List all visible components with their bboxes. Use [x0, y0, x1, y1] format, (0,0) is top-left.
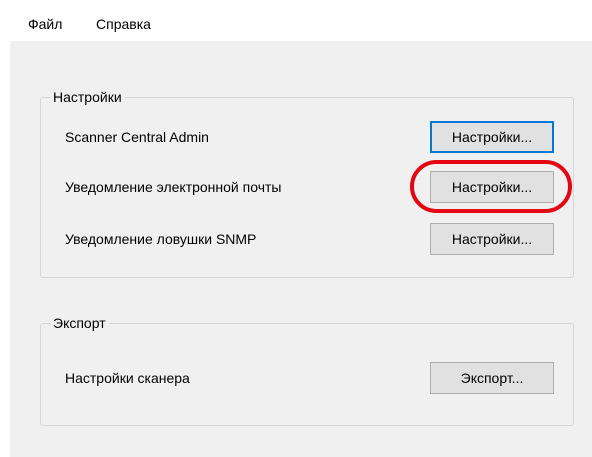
scanner-central-admin-settings-button[interactable]: Настройки... [430, 121, 554, 153]
email-notification-settings-button[interactable]: Настройки... [430, 171, 554, 203]
menu-file[interactable]: Файл [28, 16, 62, 32]
email-notification-label: Уведомление электронной почты [65, 179, 282, 195]
scanner-settings-label: Настройки сканера [65, 370, 190, 386]
scanner-central-admin-label: Scanner Central Admin [65, 129, 209, 145]
menu-help[interactable]: Справка [96, 16, 151, 32]
snmp-trap-notification-settings-button[interactable]: Настройки... [430, 223, 554, 255]
snmp-trap-notification-label: Уведомление ловушки SNMP [65, 231, 257, 247]
settings-group-title: Настройки [50, 87, 125, 107]
export-group-title: Экспорт [50, 313, 109, 333]
export-button[interactable]: Экспорт... [430, 362, 554, 394]
